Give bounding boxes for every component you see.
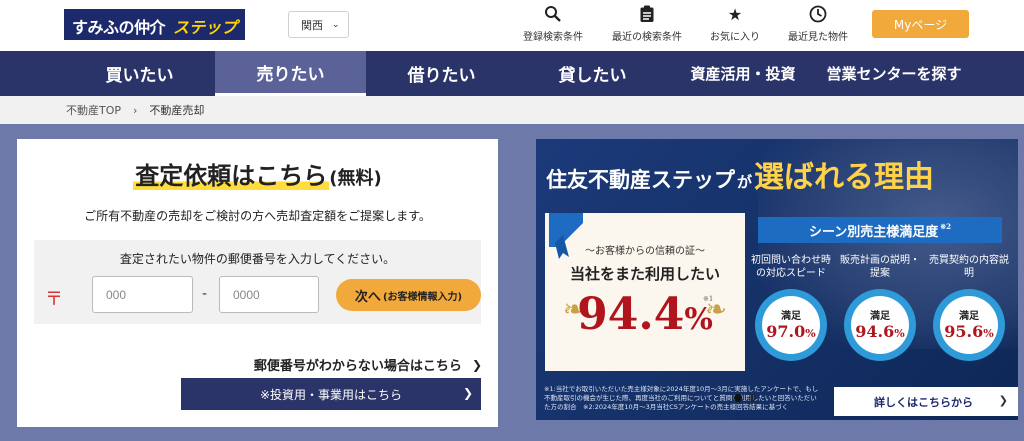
chevron-right-icon: ❯ [462, 386, 473, 400]
banner-title-main: 住友不動産ステップ [546, 167, 735, 192]
carousel-dot[interactable] [734, 394, 742, 402]
chevron-right-icon: ❯ [471, 357, 482, 372]
scene-score-value: 97.0% [762, 322, 820, 341]
banner-title-emphasis: 選ばれる理由 [754, 160, 935, 195]
zip-second-input[interactable] [219, 276, 319, 313]
card-percentage-value: 94.4 [577, 289, 685, 340]
favorites-label: お気に入り [710, 32, 760, 43]
details-link[interactable]: 詳しくはこちらから ❯ [834, 387, 1018, 416]
nav-sell[interactable]: 売りたい [215, 51, 366, 96]
clock-icon [778, 5, 858, 25]
scene-satisfaction-note: ※2 [940, 221, 952, 231]
zip-prompt: 査定されたい物件の郵便番号を入力してください。 [119, 252, 396, 266]
banner-footnote: ※1:当社でお取引いただいた売主様対象に2024年度10月〜3月に実施したアンケ… [544, 385, 819, 411]
region-label: 関西 [301, 18, 323, 32]
banner-title-ga: が [737, 173, 753, 191]
favorites-link[interactable]: ★ お気に入り [695, 5, 775, 43]
form-subtitle: ご所有不動産の売却をご検討の方へ売却査定額をご提案します。 [84, 209, 431, 223]
zip-dash: - [202, 286, 208, 302]
scene-score-inner: 満足 94.6% [851, 296, 909, 354]
scene-score-value: 95.6% [940, 322, 998, 341]
scene-score-number: 97.0 [766, 322, 806, 341]
scene-score-number: 95.6 [944, 322, 984, 341]
zip-input-area: 査定されたい物件の郵便番号を入力してください。 〒 - 次へ(お客様情報入力) [34, 240, 481, 324]
breadcrumb-separator-icon: › [133, 103, 138, 117]
next-button-label: 次へ [354, 289, 381, 305]
scene-satisfaction-title: シーン別売主様満足度 [808, 224, 939, 240]
form-title-free: (無料) [329, 168, 382, 189]
saved-search-link[interactable]: 登録検索条件 [513, 5, 593, 43]
logo-text: すみふの仲介 [66, 11, 172, 38]
nav-invest[interactable]: 資産活用・投資 [678, 51, 808, 96]
postal-mark-icon: 〒 [45, 289, 63, 310]
reuse-rate-card: 〜お客様からの信頼の証〜 当社をまた利用したい ❧ ❧ 94.4% ※1 [545, 213, 745, 371]
breadcrumb-current: 不動産売却 [149, 104, 205, 117]
scene-score-inner: 満足 97.0% [762, 296, 820, 354]
recently-viewed-label: 最近見た物件 [788, 32, 848, 43]
zip-first-input[interactable] [92, 276, 193, 313]
recently-viewed-link[interactable]: 最近見た物件 [778, 5, 858, 43]
saved-search-label: 登録検索条件 [523, 32, 583, 43]
scene-score-caption: 満足 [959, 311, 979, 322]
scene-score-circle: 満足 97.0% [755, 289, 827, 361]
star-icon: ★ [727, 5, 743, 24]
search-icon [513, 5, 593, 25]
investment-label: ※投資用・事業用はこちら [259, 387, 403, 402]
recent-search-label: 最近の検索条件 [612, 32, 682, 43]
card-subtitle: 〜お客様からの信頼の証〜 [585, 246, 705, 257]
scene-score-caption: 満足 [870, 311, 890, 322]
scene-score-caption: 満足 [781, 311, 801, 322]
carousel-dot[interactable] [748, 394, 756, 402]
banner-title: 住友不動産ステップ が選ばれる理由 [546, 152, 934, 196]
site-header: すみふの仲介 ステップ 関西 ⌄ 登録検索条件 最近の検索条件 ★ お気に入り … [0, 0, 1024, 51]
card-note: ※1 [703, 295, 714, 303]
scene-label: 初回問い合わせ時の対応スピード [751, 255, 831, 279]
scene-score-value: 94.6% [851, 322, 909, 341]
chevron-right-icon: ❯ [998, 394, 1008, 407]
appraisal-form-panel: 査定依頼はこちら (無料) ご所有不動産の売却をご検討の方へ売却査定額をご提案しま… [17, 139, 498, 427]
scene-score-unit: % [983, 327, 994, 340]
card-percentage: 94.4% ※1 [545, 289, 745, 340]
reasons-banner[interactable]: 住友不動産ステップ が選ばれる理由 〜お客様からの信頼の証〜 当社をまた利用したい… [536, 139, 1018, 420]
details-label: 詳しくはこちらから [874, 395, 973, 409]
scene-score-unit: % [805, 327, 816, 340]
breadcrumb: 不動産TOP › 不動産売却 [0, 96, 1024, 124]
scene-score-inner: 満足 95.6% [940, 296, 998, 354]
main-nav: 買いたい 売りたい 借りたい 貸したい 資産活用・投資 営業センターを探す [0, 51, 1024, 96]
next-button-sub: (お客様情報入力) [382, 291, 463, 303]
scene-label: 販売計画の説明・提案 [840, 255, 920, 279]
nav-rent[interactable]: 借りたい [366, 51, 517, 96]
nav-lease[interactable]: 貸したい [517, 51, 668, 96]
unknown-zip-label: 郵便番号がわからない場合はこちら [253, 359, 462, 374]
scene-score-circle: 満足 95.6% [933, 289, 1005, 361]
logo-step-text: ステップ [171, 11, 244, 38]
scene-score-circle: 満足 94.6% [844, 289, 916, 361]
region-select[interactable]: 関西 ⌄ [288, 11, 349, 38]
unknown-zip-link[interactable]: 郵便番号がわからない場合はこちら ❯ [253, 355, 482, 375]
investment-button[interactable]: ※投資用・事業用はこちら ❯ [181, 378, 481, 410]
scene-score-number: 94.6 [855, 322, 895, 341]
mypage-button[interactable]: Myページ [872, 10, 969, 38]
scene-score-unit: % [894, 327, 905, 340]
next-button[interactable]: 次へ (お客様情報入力) [336, 279, 481, 311]
scene-satisfaction-header: シーン別売主様満足度 ※2 [758, 217, 1002, 243]
breadcrumb-home[interactable]: 不動産TOP [66, 102, 121, 118]
card-heading: 当社をまた利用したい [569, 265, 720, 283]
scene-label: 売買契約の内容説明 [929, 255, 1009, 279]
form-title: 査定依頼はこちら (無料) [17, 156, 498, 191]
nav-buy[interactable]: 買いたい [64, 51, 215, 96]
card-percentage-unit: % [684, 302, 713, 337]
form-title-main: 査定依頼はこちら [133, 162, 330, 190]
site-logo[interactable]: すみふの仲介 ステップ [64, 9, 246, 40]
recent-search-link[interactable]: 最近の検索条件 [607, 5, 687, 43]
carousel-dots [734, 394, 762, 402]
chevron-down-icon: ⌄ [332, 19, 340, 30]
clipboard-icon [607, 5, 687, 25]
nav-find-office[interactable]: 営業センターを探す [814, 51, 974, 96]
